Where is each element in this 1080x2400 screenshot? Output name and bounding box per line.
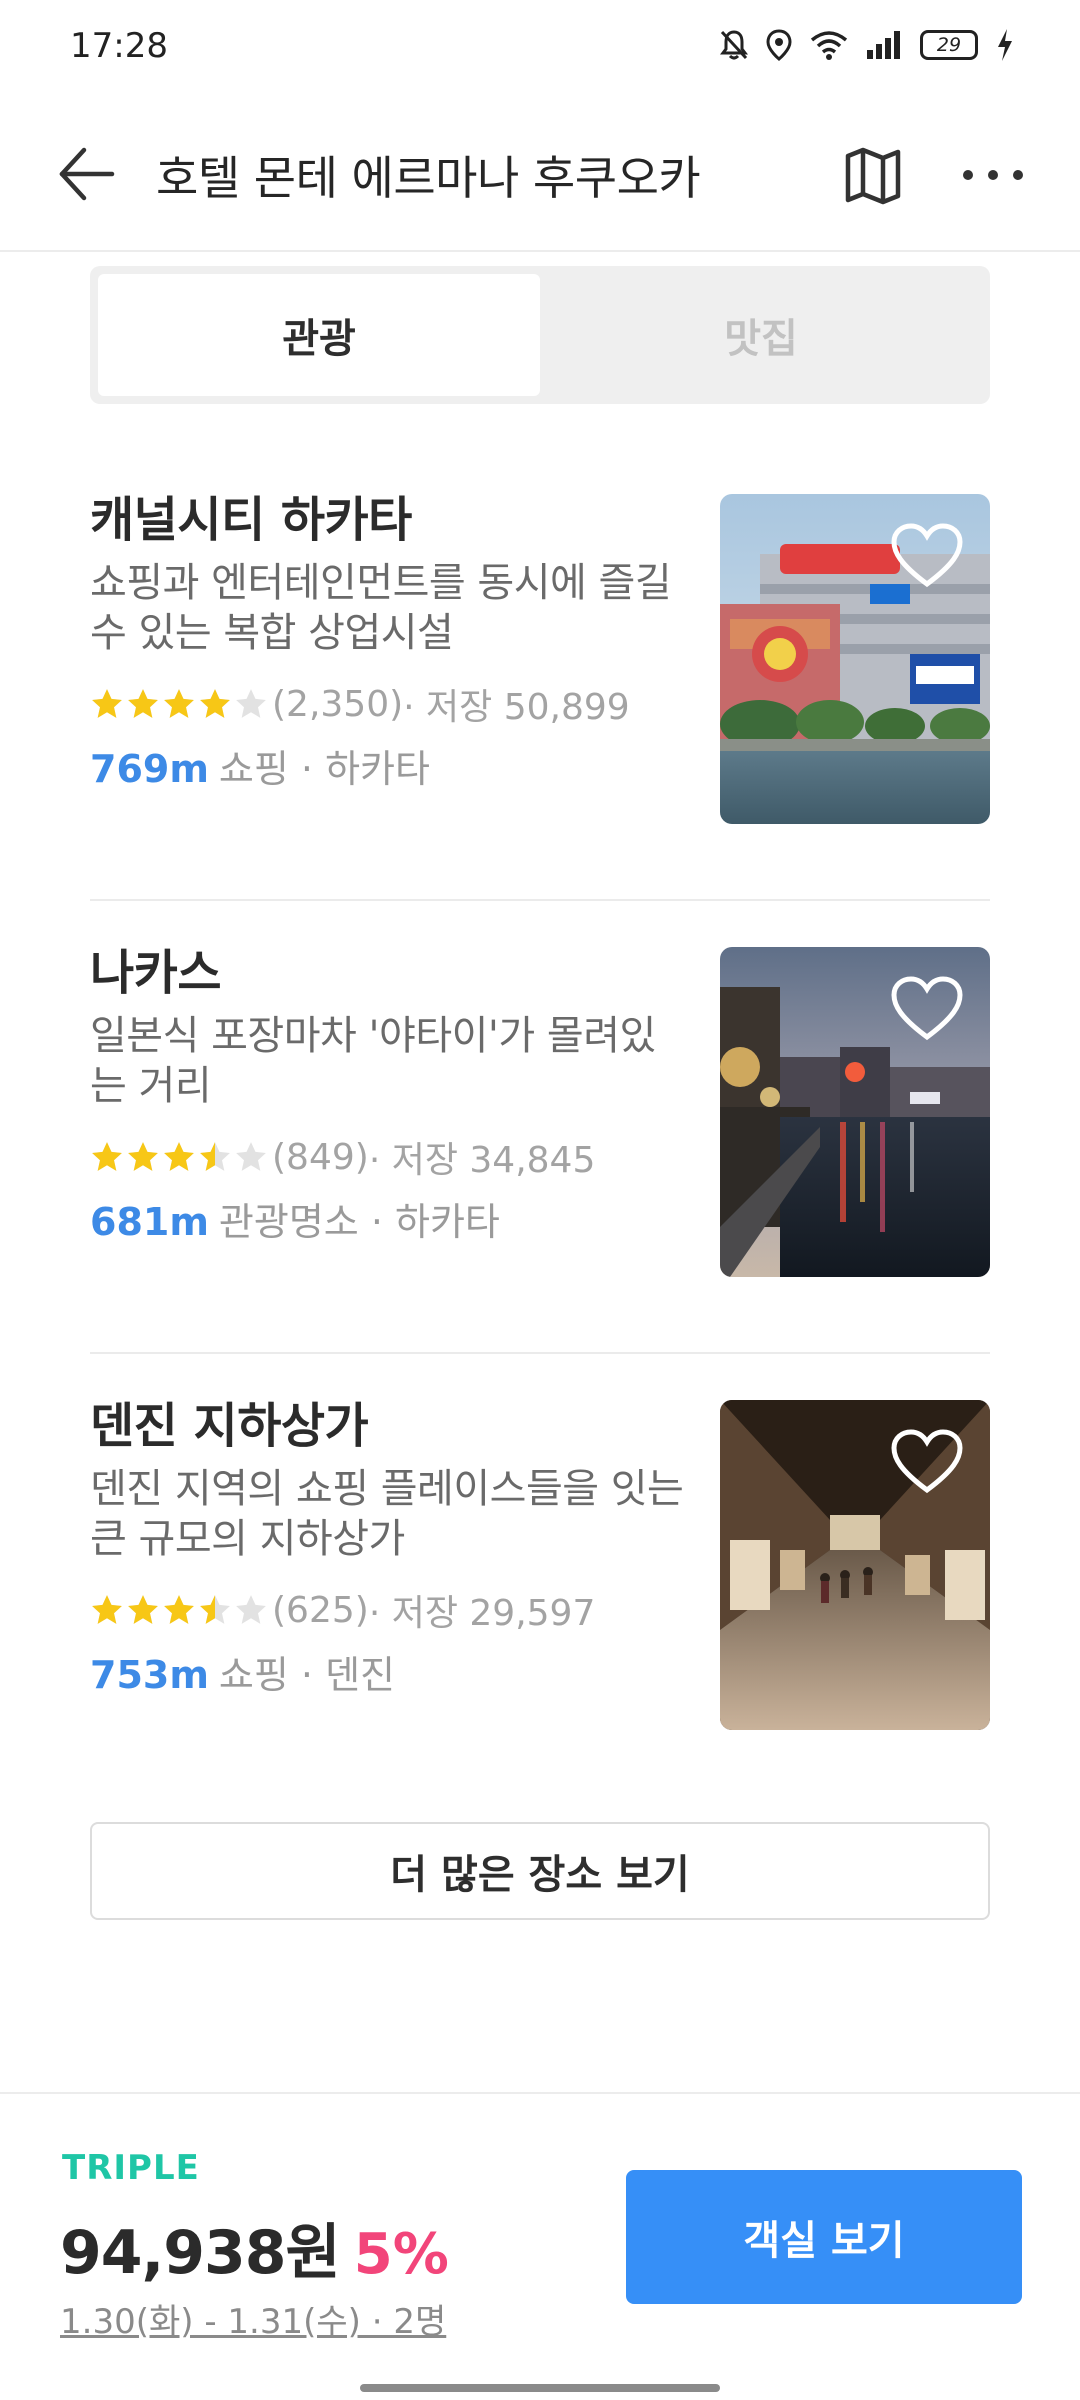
review-count: (849) (272, 1136, 369, 1178)
save-count: · 저장 29,597 (368, 1593, 596, 1634)
tab-restaurants[interactable]: 맛집 (540, 274, 982, 396)
rating-stars (90, 687, 268, 721)
star-icon (128, 1142, 158, 1171)
back-button[interactable] (54, 142, 118, 206)
star-icon (236, 1595, 266, 1624)
rating-stars (90, 1140, 268, 1174)
place-name: 덴진 지하상가 (90, 1398, 369, 1454)
star-icon (92, 689, 122, 718)
star-icon (200, 689, 230, 718)
star-icon (200, 1142, 230, 1171)
heart-icon[interactable] (890, 522, 964, 590)
brand-label: TRIPLE (62, 2148, 200, 2188)
save-count: · 저장 34,845 (368, 1140, 596, 1181)
price: 94,938원 (60, 2218, 341, 2288)
review-count: (625) (272, 1589, 369, 1631)
place-distance: 681m (90, 1200, 209, 1244)
place-description: 쇼핑과 엔터테인먼트를 동시에 즐길 수 있는 복합 상업시설 (90, 560, 672, 656)
place-rating-row: (2,350) · 저장 50,899 (90, 680, 690, 728)
more-horizontal-icon (963, 170, 1023, 180)
battery-level: 29 (920, 30, 978, 60)
more-button[interactable] (958, 140, 1028, 210)
star-icon (92, 1595, 122, 1624)
page-title: 호텔 몬테 에르마나 후쿠오카 (156, 151, 701, 205)
place-card[interactable]: 나카스 일본식 포장마차 '야타이'가 몰려있는 거리 (849) · 저장 3… (90, 901, 990, 1354)
app-header: 호텔 몬테 에르마나 후쿠오카 (0, 96, 1080, 252)
place-category: 쇼핑 · 하카타 (218, 747, 430, 791)
price-row: 94,938원 5% (60, 2204, 449, 2291)
category-tabs: 관광 맛집 (90, 266, 990, 404)
review-count: (2,350) (272, 683, 404, 725)
home-indicator[interactable] (360, 2384, 720, 2392)
location-icon (766, 29, 792, 61)
view-rooms-button[interactable]: 객실 보기 (626, 2170, 1022, 2304)
star-icon (164, 689, 194, 718)
place-description: 덴진 지역의 쇼핑 플레이스들을 잇는 큰 규모의 지하상가 (90, 1466, 684, 1562)
charging-icon (998, 29, 1012, 61)
place-rating-row: (849) · 저장 34,845 (90, 1133, 690, 1181)
place-name: 캐널시티 하카타 (90, 492, 412, 548)
place-info: 덴진 지하상가 덴진 지역의 쇼핑 플레이스들을 잇는 큰 규모의 지하상가 (… (90, 1394, 690, 1699)
status-time: 17:28 (70, 26, 168, 66)
status-bar: 17:28 29 (0, 0, 1080, 96)
place-list: 캐널시티 하카타 쇼핑과 엔터테인먼트를 동시에 즐길 수 있는 복합 상업시설… (90, 448, 990, 1807)
save-count: · 저장 50,899 (403, 687, 630, 728)
star-icon (164, 1142, 194, 1171)
place-distance: 769m (90, 747, 209, 791)
place-distance: 753m (90, 1653, 209, 1697)
place-category: 관광명소 · 하카타 (218, 1200, 500, 1244)
place-card[interactable]: 캐널시티 하카타 쇼핑과 엔터테인먼트를 동시에 즐길 수 있는 복합 상업시설… (90, 448, 990, 901)
star-icon (236, 689, 266, 718)
place-location-row: 769m 쇼핑 · 하카타 (90, 738, 690, 793)
place-photo[interactable] (720, 494, 990, 824)
map-icon (845, 147, 901, 205)
heart-icon[interactable] (890, 975, 964, 1043)
rating-stars (90, 1593, 268, 1627)
mute-icon (720, 30, 748, 60)
place-info: 나카스 일본식 포장마차 '야타이'가 몰려있는 거리 (849) · 저장 3… (90, 941, 690, 1246)
star-icon (92, 1142, 122, 1171)
place-rating-row: (625) · 저장 29,597 (90, 1586, 690, 1634)
place-photo[interactable] (720, 947, 990, 1277)
place-location-row: 681m 관광명소 · 하카타 (90, 1191, 690, 1246)
place-card[interactable]: 덴진 지하상가 덴진 지역의 쇼핑 플레이스들을 잇는 큰 규모의 지하상가 (… (90, 1354, 990, 1807)
star-icon (164, 1595, 194, 1624)
place-name: 나카스 (90, 945, 221, 1001)
map-button[interactable] (838, 140, 908, 210)
tab-sightseeing[interactable]: 관광 (98, 274, 540, 396)
status-icons: 29 (720, 28, 1014, 62)
arrow-left-icon (59, 147, 115, 201)
star-icon (236, 1142, 266, 1171)
battery-icon: 29 (920, 30, 978, 60)
place-info: 캐널시티 하카타 쇼핑과 엔터테인먼트를 동시에 즐길 수 있는 복합 상업시설… (90, 488, 690, 793)
wifi-icon (810, 31, 848, 60)
heart-icon[interactable] (890, 1428, 964, 1496)
stay-dates[interactable]: 1.30(화) - 1.31(수) · 2명 (60, 2294, 446, 2343)
star-icon (200, 1595, 230, 1624)
star-icon (128, 1595, 158, 1624)
signal-icon (867, 31, 900, 59)
place-category: 쇼핑 · 덴진 (218, 1653, 395, 1697)
place-location-row: 753m 쇼핑 · 덴진 (90, 1644, 690, 1699)
more-places-button[interactable]: 더 많은 장소 보기 (90, 1822, 990, 1920)
place-photo[interactable] (720, 1400, 990, 1730)
discount: 5% (353, 2222, 449, 2287)
booking-bar: TRIPLE 94,938원 5% 1.30(화) - 1.31(수) · 2명… (0, 2092, 1080, 2400)
star-icon (128, 689, 158, 718)
place-description: 일본식 포장마차 '야타이'가 몰려있는 거리 (90, 1013, 656, 1109)
